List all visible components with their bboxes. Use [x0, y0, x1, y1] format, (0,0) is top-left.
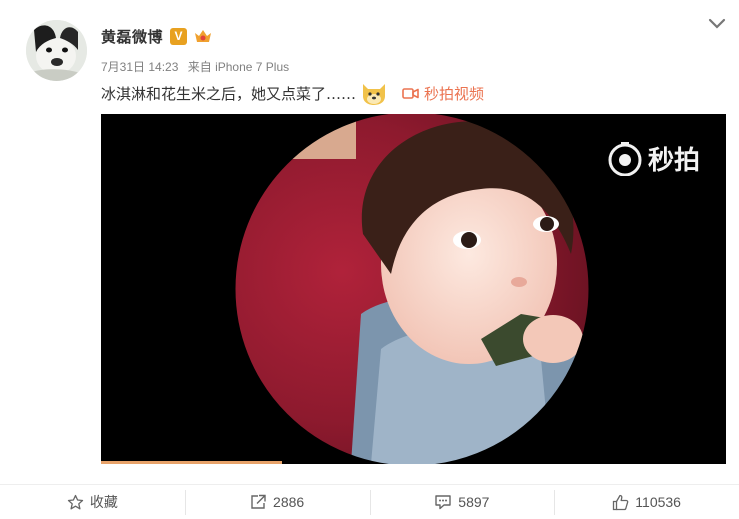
repost-count: 2886	[273, 494, 305, 510]
verified-icon: V	[170, 27, 188, 45]
like-count: 110536	[635, 494, 681, 510]
post-content: 冰淇淋和花生米之后，她又点菜了…… 秒拍视频	[101, 80, 484, 106]
chevron-down-icon[interactable]	[708, 17, 726, 29]
miaopai-camera-icon	[608, 141, 642, 176]
post-source: 来自 iPhone 7 Plus	[187, 60, 290, 74]
repost-button[interactable]: 2886	[184, 485, 370, 519]
miaopai-watermark: 秒拍	[608, 140, 700, 177]
comment-count: 5897	[458, 494, 490, 510]
video-link[interactable]: 秒拍视频	[402, 83, 484, 104]
like-button[interactable]: 110536	[554, 485, 739, 519]
favorite-button[interactable]: 收藏	[0, 485, 185, 519]
video-camera-icon	[402, 87, 419, 99]
comment-button[interactable]: 5897	[369, 485, 555, 519]
star-icon	[67, 494, 84, 509]
post-meta: 7月31日 14:23 来自 iPhone 7 Plus	[101, 58, 289, 75]
video-link-label: 秒拍视频	[424, 84, 485, 103]
post-time[interactable]: 7月31日 14:23	[101, 60, 178, 74]
post-text: 冰淇淋和花生米之后，她又点菜了……	[101, 84, 357, 103]
weibo-post-card: 黄磊微博 V 7月31日 14:23 来自 iPhone 7 Plus 冰淇淋和…	[0, 0, 739, 519]
video-player[interactable]: 秒拍	[101, 114, 726, 464]
avatar[interactable]	[26, 20, 87, 81]
thumbs-up-icon	[613, 494, 629, 510]
comment-icon	[435, 495, 451, 510]
video-progress-bar[interactable]	[101, 461, 283, 464]
member-crown-icon	[195, 30, 212, 42]
username[interactable]: 黄磊微博	[101, 26, 163, 47]
share-icon	[251, 494, 266, 509]
miaopai-watermark-text: 秒拍	[647, 146, 700, 176]
author-row: 黄磊微博 V	[101, 25, 213, 47]
doge-emoji-icon	[363, 84, 386, 105]
favorite-label: 收藏	[89, 494, 118, 510]
action-bar: 收藏 2886 5897 110536	[0, 484, 739, 519]
